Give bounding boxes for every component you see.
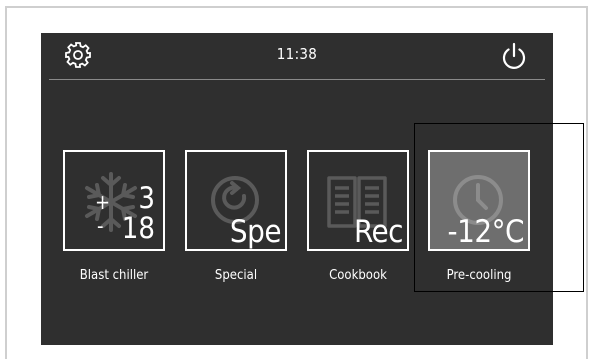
tile-pre-cooling[interactable]: -12°C bbox=[428, 150, 530, 251]
tile-label-special: Special bbox=[214, 268, 258, 283]
lower-value: 18 bbox=[121, 211, 155, 245]
special-overlay-text: Spe bbox=[229, 214, 282, 250]
tile-label-blast-chiller: Blast chiller bbox=[79, 268, 149, 283]
power-icon[interactable] bbox=[500, 41, 528, 71]
tile-label-cookbook: Cookbook bbox=[329, 268, 387, 283]
upper-value: 3 bbox=[138, 181, 155, 215]
tile-label-pre-cooling: Pre-cooling bbox=[446, 268, 512, 283]
control-panel-screen: 11:38 + - 3 18 Blast chiller Spe Special… bbox=[41, 33, 553, 345]
tile-blast-chiller[interactable]: + - 3 18 bbox=[63, 150, 165, 251]
pre-cooling-temperature: -12°C bbox=[447, 214, 525, 250]
header-divider bbox=[49, 79, 545, 80]
tile-cookbook[interactable]: Rec bbox=[307, 150, 409, 251]
cookbook-overlay-text: Rec bbox=[354, 214, 403, 250]
minus-sign: - bbox=[97, 214, 104, 238]
tile-special[interactable]: Spe bbox=[185, 150, 287, 251]
clock-time: 11:38 bbox=[276, 45, 318, 63]
plus-sign: + bbox=[95, 190, 111, 214]
